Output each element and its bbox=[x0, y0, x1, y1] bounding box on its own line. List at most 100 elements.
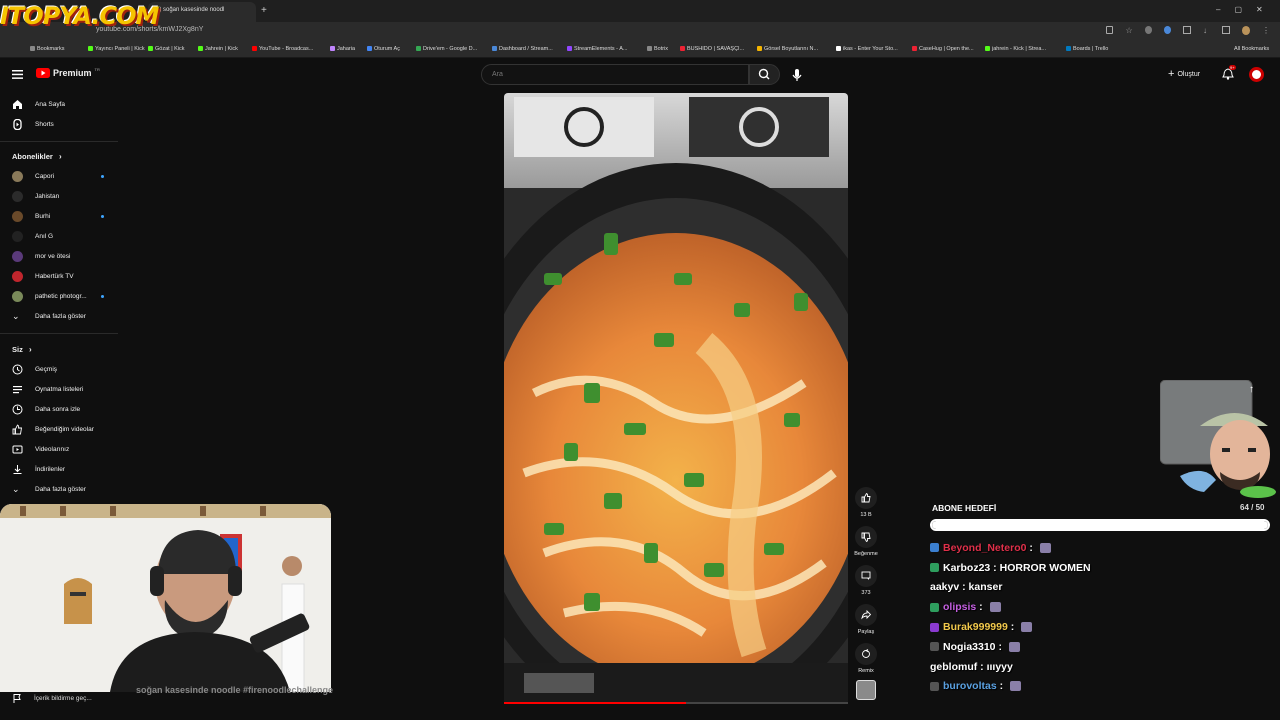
show-more-subs[interactable]: ⌄ Daha fazla göster bbox=[12, 311, 86, 322]
chat-message: Karboz23 : HORROR WOMEN bbox=[930, 558, 1270, 578]
you-heading[interactable]: Siz › bbox=[12, 345, 32, 354]
window-controls[interactable]: –▢✕ bbox=[1216, 5, 1277, 14]
subscriptions-heading[interactable]: Abonelikler › bbox=[12, 152, 62, 161]
dislike-button[interactable]: Beğenme bbox=[854, 526, 878, 557]
bookmark-favicon-icon bbox=[416, 46, 421, 51]
bookmark-favicon-icon bbox=[836, 46, 841, 51]
bookmark-favicon-icon bbox=[367, 46, 372, 51]
search-icon bbox=[758, 68, 770, 80]
remix-button[interactable]: Remix bbox=[854, 643, 878, 674]
bookmark-item[interactable]: Jaharia bbox=[330, 46, 355, 52]
account-avatar[interactable] bbox=[1249, 67, 1264, 82]
liked-videos-icon bbox=[12, 424, 23, 435]
show-more-you[interactable]: ⌄ Daha fazla göster bbox=[12, 484, 86, 495]
bookmark-item[interactable]: CaseHug | Open the... bbox=[912, 46, 974, 52]
bookmark-item[interactable]: jahrein - Kick | Strea... bbox=[985, 46, 1046, 52]
like-button[interactable]: 13 B bbox=[854, 487, 878, 518]
sidebar-item-label: pathetic photogr... bbox=[35, 293, 87, 300]
bookmark-item[interactable]: YouTube - Broadcas... bbox=[252, 46, 313, 52]
sidebar-item-you[interactable]: Videolarınız bbox=[12, 444, 69, 455]
toolbar-icons[interactable]: ☆ ↓ ⋮ bbox=[1106, 26, 1270, 38]
bookmark-label: Jaharia bbox=[337, 46, 356, 52]
tab-title: (1) soğan kasesinde noodl bbox=[154, 7, 225, 13]
youtube-logo[interactable]: Premium TR bbox=[36, 67, 100, 78]
chat-username: burovoltas bbox=[943, 680, 997, 693]
sidebar-item-subscription[interactable]: Anıl G bbox=[12, 231, 104, 242]
search-input[interactable]: Ara bbox=[481, 64, 749, 85]
brand-name: Premium bbox=[53, 68, 92, 78]
bookmark-item[interactable]: ikas - Enter Your Sto... bbox=[836, 46, 898, 52]
bookmark-item[interactable]: Gözat | Kick bbox=[148, 46, 185, 52]
chat-username: geblomuf bbox=[930, 660, 978, 673]
bookmark-item[interactable]: BUSHIDO | SAVAŞÇI... bbox=[680, 46, 744, 52]
new-content-dot bbox=[101, 295, 104, 298]
report-link[interactable]: İçerik bildirme geç... bbox=[12, 693, 92, 703]
sidebar-item-subscription[interactable]: Jahistan bbox=[12, 191, 104, 202]
bookmark-item[interactable]: Boards | Trello bbox=[1066, 46, 1108, 52]
chat-badge-icon bbox=[930, 602, 939, 612]
bookmark-item[interactable]: Yayıncı Paneli | Kick bbox=[88, 46, 145, 52]
bookmark-item[interactable]: Görsel Boyutlarını N... bbox=[757, 46, 818, 52]
chat-separator: : bbox=[976, 601, 986, 614]
bookmark-item[interactable]: Oturum Aç bbox=[367, 46, 400, 52]
chat-username: Burak999999 bbox=[943, 621, 1008, 634]
all-bookmarks[interactable]: All Bookmarks bbox=[1234, 46, 1269, 52]
subscriptions-title: Abonelikler bbox=[12, 152, 53, 161]
show-more-label: Daha fazla göster bbox=[35, 313, 86, 320]
sidebar-item-you[interactable]: Beğendiğim videolar bbox=[12, 424, 94, 435]
bookmark-label: Drive'em - Google D... bbox=[423, 46, 478, 52]
chat-separator: : bbox=[1026, 541, 1036, 554]
bookmark-label: Gözat | Kick bbox=[155, 46, 185, 52]
bookmark-item[interactable]: Dashboard / Stream... bbox=[492, 46, 553, 52]
chat-emote-icon bbox=[989, 602, 1001, 613]
bookmark-item[interactable]: Jahrein | Kick bbox=[198, 46, 238, 52]
scroll-up-icon[interactable]: ↑ bbox=[1249, 384, 1254, 395]
sidebar-item-you[interactable]: İndirilenler bbox=[12, 464, 65, 475]
bookmark-label: jahrein - Kick | Strea... bbox=[992, 46, 1047, 52]
sidebar-item-label: Oynatma listeleri bbox=[35, 386, 84, 393]
avatar bbox=[12, 271, 23, 282]
you-title: Siz bbox=[12, 345, 23, 354]
video-progress-bar[interactable] bbox=[504, 702, 848, 704]
sidebar-item-you[interactable]: Oynatma listeleri bbox=[12, 384, 83, 395]
browser-tab[interactable]: (1) soğan kasesinde noodl bbox=[148, 2, 256, 22]
short-video-player[interactable] bbox=[504, 93, 848, 704]
bookmark-favicon-icon bbox=[1066, 46, 1071, 51]
menu-icon[interactable] bbox=[12, 70, 23, 79]
bookmark-favicon-icon bbox=[680, 46, 685, 51]
share-button[interactable]: Paylaş bbox=[854, 604, 878, 635]
chat-message: Nogia3310 : bbox=[930, 637, 1270, 657]
bookmark-item[interactable]: Bookmarks bbox=[30, 46, 65, 52]
create-label: Oluştur bbox=[1177, 71, 1201, 78]
video-progress-fill bbox=[504, 702, 687, 704]
sidebar-item-label: Geçmiş bbox=[35, 366, 58, 373]
search-button[interactable] bbox=[749, 64, 780, 85]
sidebar-item-you[interactable]: Geçmiş bbox=[12, 364, 57, 375]
chat-badge-icon bbox=[930, 642, 939, 652]
chat-message: aakyv : kanser bbox=[930, 578, 1270, 598]
bookmark-item[interactable]: Botrix bbox=[647, 46, 668, 52]
chat-message: burovoltas : bbox=[930, 677, 1270, 697]
short-caption: soğan kasesinde noodle #firenoodlechalle… bbox=[136, 685, 334, 695]
sound-thumbnail[interactable] bbox=[856, 680, 876, 700]
sidebar-item-shorts[interactable]: Shorts bbox=[12, 119, 54, 130]
bookmark-label: Yayıncı Paneli | Kick bbox=[95, 46, 145, 52]
sidebar-item-subscription[interactable]: Burhi bbox=[12, 211, 104, 222]
chat-separator: : bbox=[977, 660, 987, 673]
create-button[interactable]: + Oluştur bbox=[1168, 68, 1200, 80]
sidebar-item-subscription[interactable]: mor ve ötesi bbox=[12, 251, 104, 262]
sidebar-item-you[interactable]: Daha sonra izle bbox=[12, 404, 80, 415]
sidebar-item-subscription[interactable]: Capori bbox=[12, 171, 104, 182]
bookmark-favicon-icon bbox=[647, 46, 652, 51]
bookmark-item[interactable]: Drive'em - Google D... bbox=[416, 46, 477, 52]
new-tab-button[interactable]: + bbox=[261, 5, 267, 16]
sidebar-item-subscription[interactable]: pathetic photogr... bbox=[12, 291, 104, 302]
sidebar-item-home[interactable]: Ana Sayfa bbox=[12, 99, 65, 110]
chat-separator: : bbox=[996, 680, 1007, 693]
comments-button[interactable]: 373 bbox=[854, 565, 878, 596]
watch-later-icon bbox=[12, 404, 23, 415]
bookmark-item[interactable]: StreamElements - A... bbox=[567, 46, 628, 52]
sidebar-item-subscription[interactable]: Habertürk TV bbox=[12, 271, 104, 282]
notifications-button[interactable]: 9+ bbox=[1222, 65, 1236, 80]
mic-icon[interactable] bbox=[788, 66, 806, 84]
